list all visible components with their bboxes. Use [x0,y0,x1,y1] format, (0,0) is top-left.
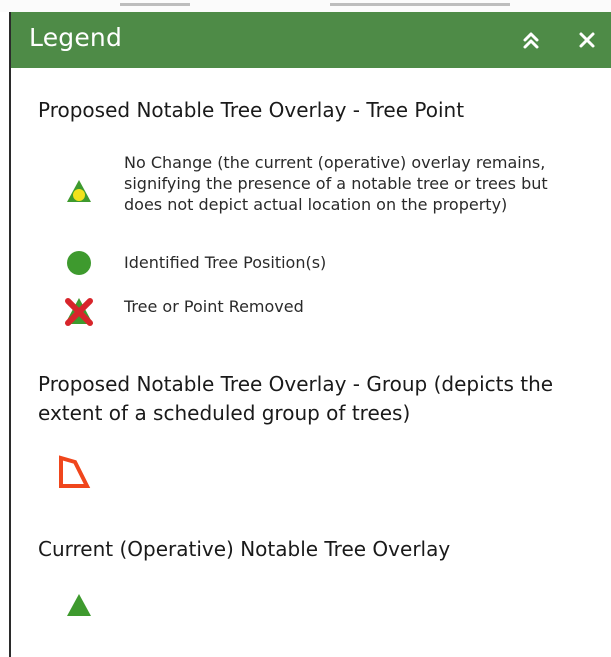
legend-item-label: No Change (the current (operative) overl… [124,153,548,214]
legend-panel: Legend Proposed Notable Tree Overlay - T… [9,12,611,657]
triangle-with-yellow-circle-icon [67,180,91,202]
top-strip-mark [120,3,190,6]
double-chevron-up-icon [523,32,539,49]
legend-title: Legend [29,23,123,52]
legend-header: Legend [11,12,611,68]
top-strip [0,0,611,12]
triangle-with-red-x-icon [65,298,93,326]
close-icon [579,32,595,48]
legend-symbol [53,246,105,284]
legend-item-label: Identified Tree Position(s) [124,253,327,272]
legend-symbol [53,582,105,624]
legend-item-label: Tree or Point Removed [124,297,304,316]
collapse-button[interactable] [511,20,551,60]
green-circle-icon [67,251,91,275]
top-strip-mark [330,3,510,6]
legend-symbol [53,290,105,334]
legend-symbol [53,450,105,498]
section-title-tree-point: Proposed Notable Tree Overlay - Tree Poi… [38,98,465,122]
green-triangle-icon [67,594,91,616]
orange-polygon-outline-icon [59,455,91,488]
close-button[interactable] [567,20,607,60]
section-title-group: Proposed Notable Tree Overlay - Group (d… [38,372,554,425]
section-title-current-overlay: Current (Operative) Notable Tree Overlay [38,537,451,561]
legend-symbol [53,172,105,220]
